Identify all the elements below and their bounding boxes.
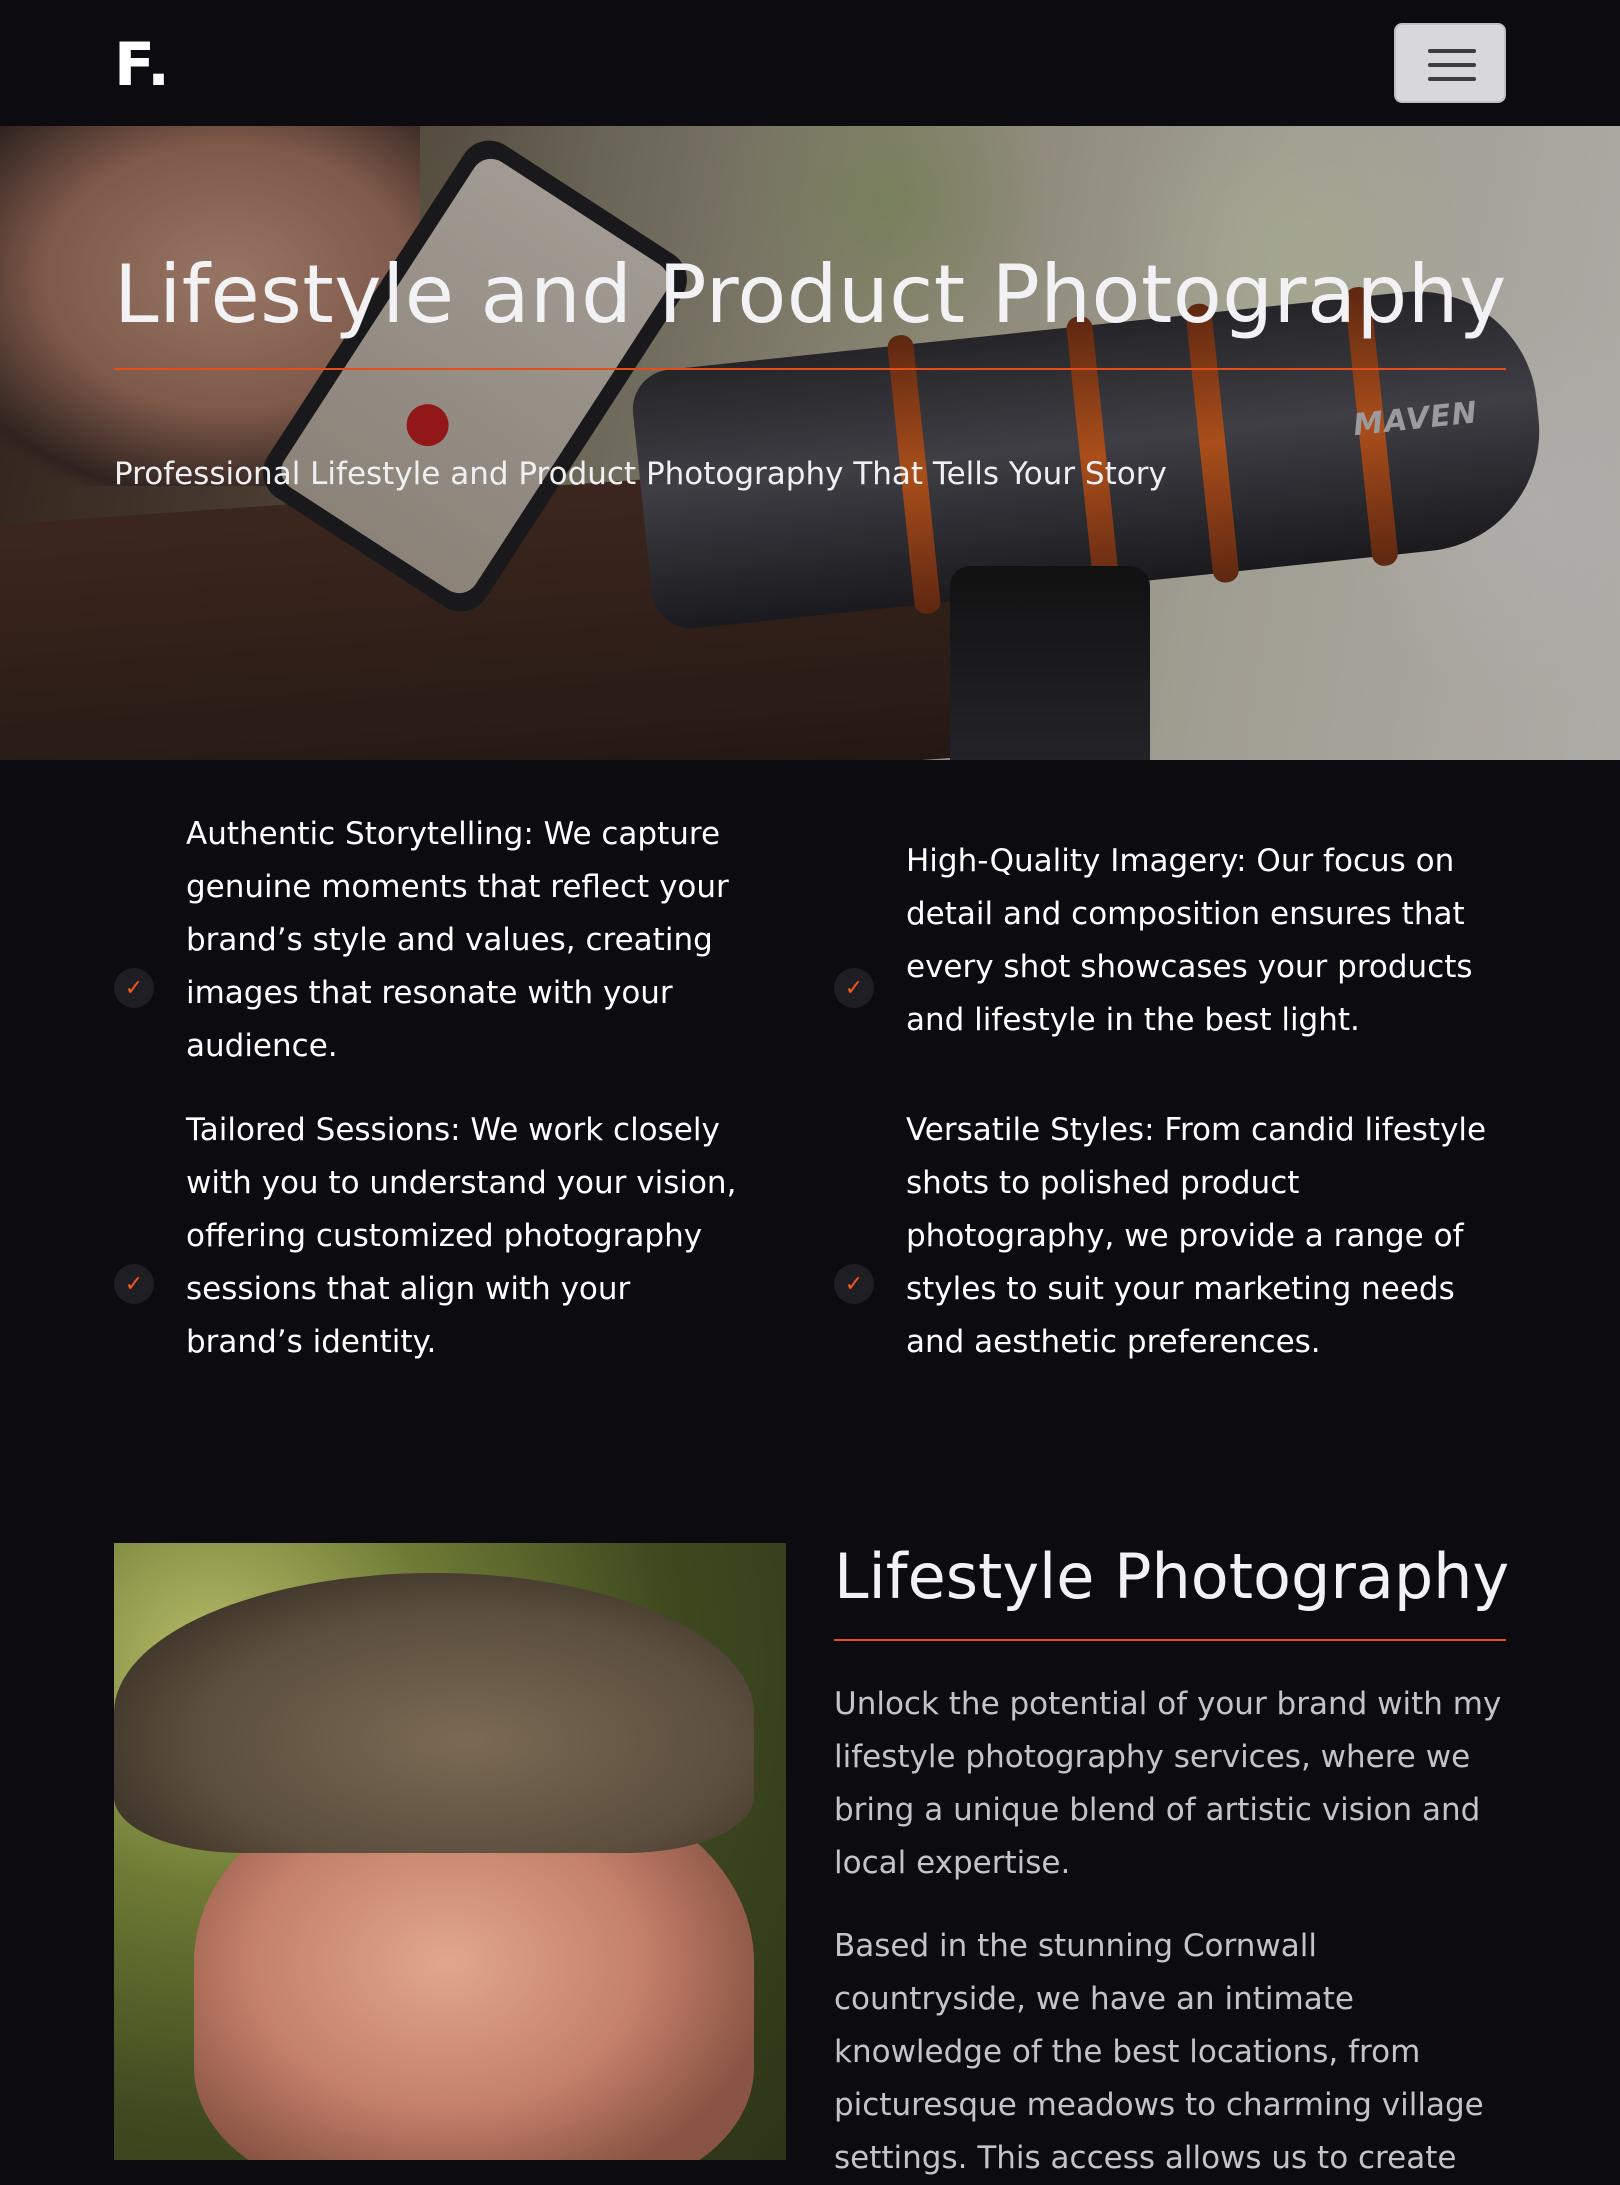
brand-logo[interactable]: F. (114, 30, 171, 100)
feature-text: High-Quality Imagery: Our focus on detai… (906, 843, 1473, 1038)
section-title-divider (834, 1639, 1506, 1641)
navbar: F. (0, 0, 1620, 126)
check-icon: ✓ (834, 1264, 874, 1304)
hamburger-icon (1428, 49, 1476, 53)
hero-section: MAVEN Lifestyle and Product Photography … (0, 126, 1620, 760)
feature-text: Tailored Sessions: We work closely with … (186, 1112, 737, 1360)
hero-title: Lifestyle and Product Photography (114, 248, 1507, 341)
about-paragraph: Based in the stunning Cornwall countrysi… (834, 1928, 1484, 2176)
hero-subtitle: Professional Lifestyle and Product Photo… (114, 456, 1167, 492)
feature-text: Authentic Storytelling: We capture genui… (186, 816, 729, 1064)
about-paragraph: Unlock the potential of your brand with … (834, 1686, 1502, 1881)
check-icon: ✓ (834, 968, 874, 1008)
check-icon: ✓ (114, 1264, 154, 1304)
portrait-photo (114, 1543, 786, 2160)
hamburger-icon-bar (1428, 63, 1476, 67)
section-title: Lifestyle Photography (834, 1540, 1510, 1613)
hamburger-icon-bar (1428, 77, 1476, 81)
feature-text: Versatile Styles: From candid lifestyle … (906, 1112, 1487, 1360)
check-icon: ✓ (114, 968, 154, 1008)
hero-title-divider (114, 368, 1506, 370)
menu-toggle-button[interactable] (1394, 23, 1506, 103)
